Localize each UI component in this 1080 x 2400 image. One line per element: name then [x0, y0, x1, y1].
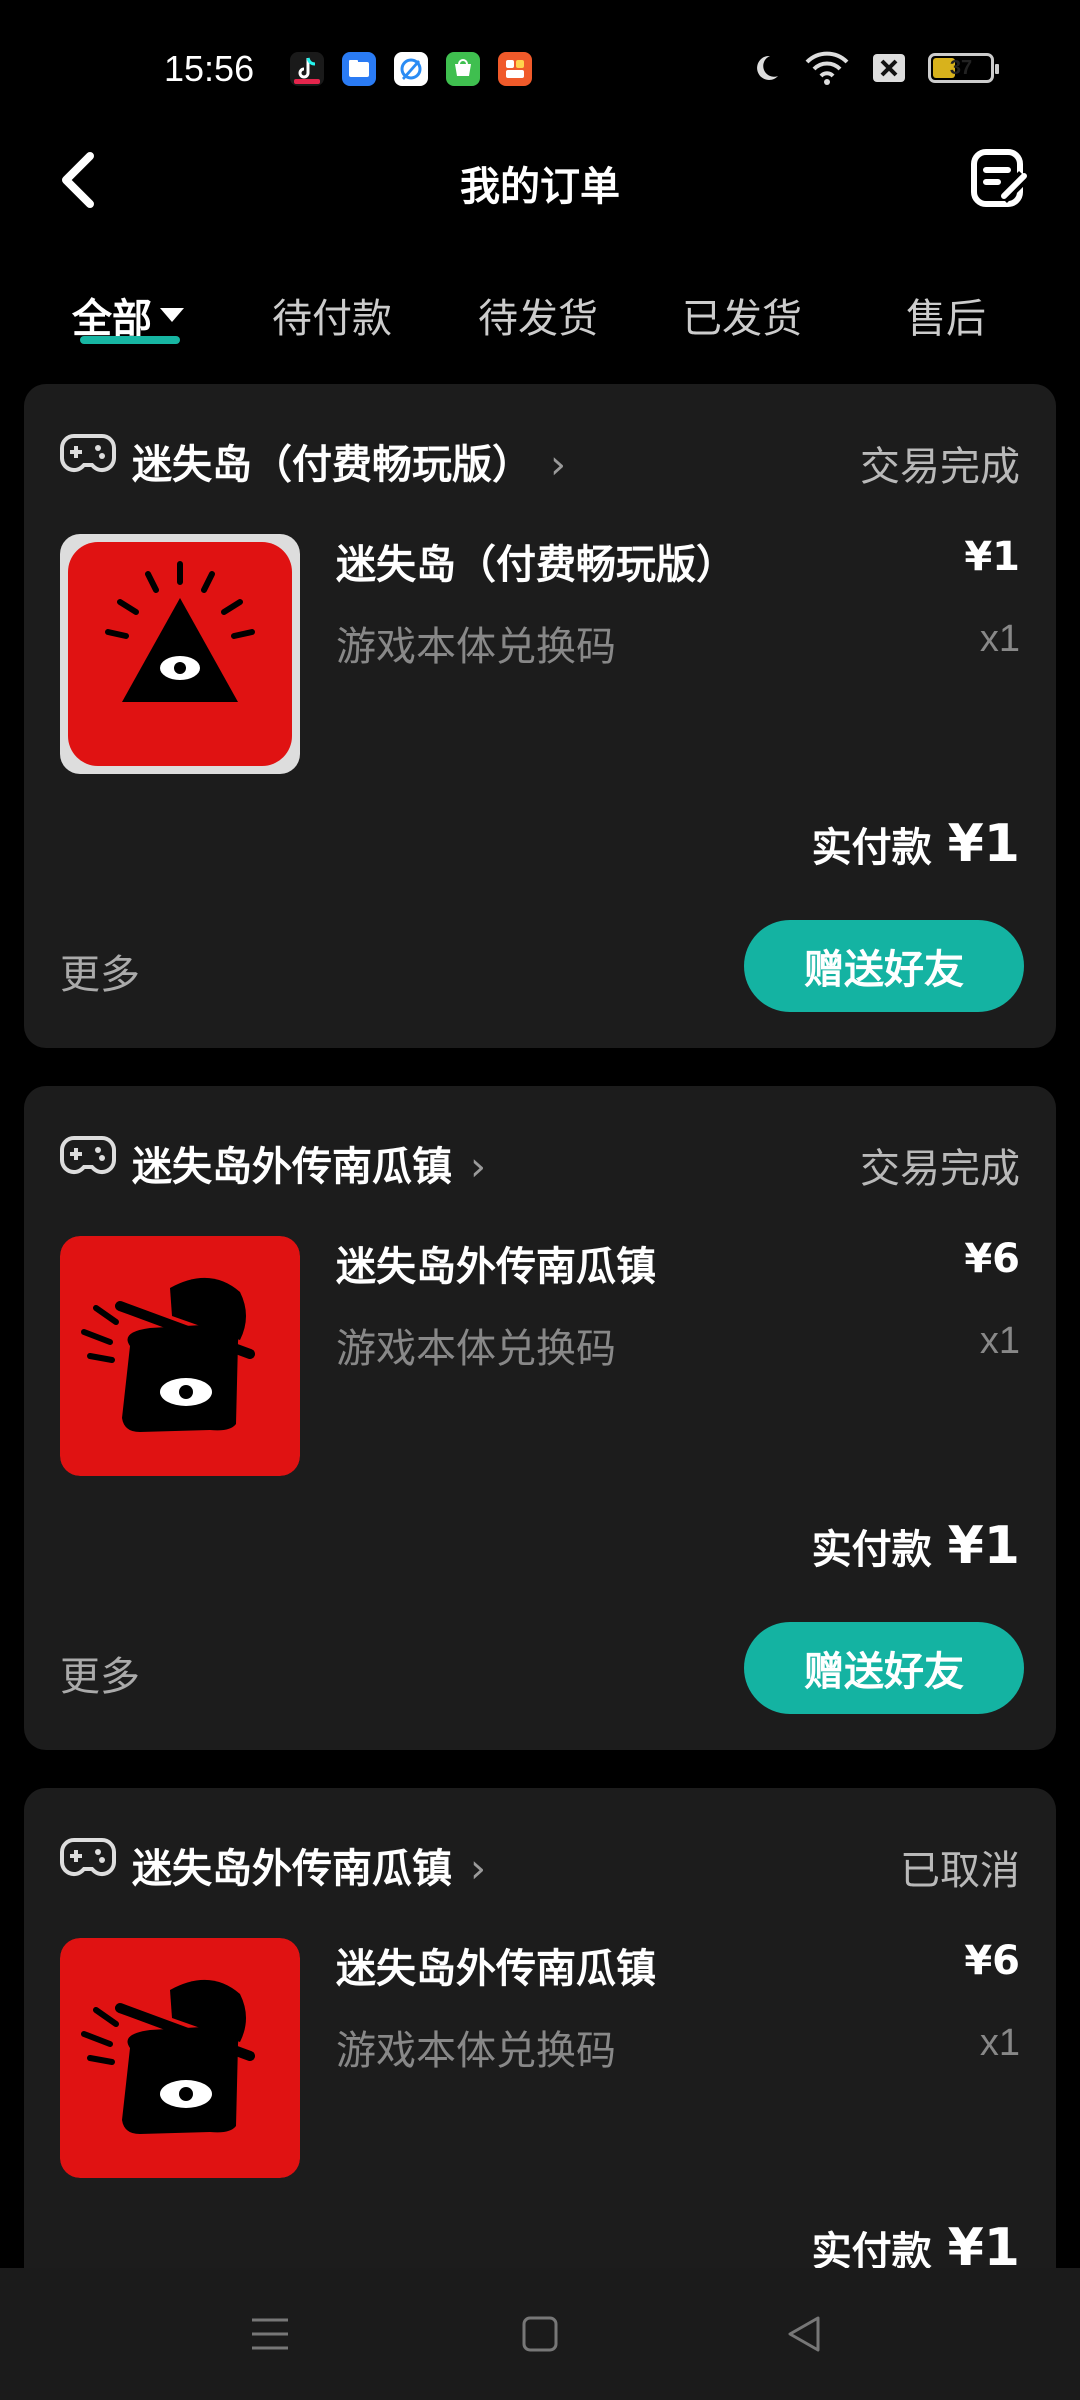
- chevron-right-icon: ›: [470, 1144, 486, 1190]
- system-icons: 37: [750, 50, 999, 86]
- product-quantity: x1: [979, 2022, 1020, 2064]
- product-quantity: x1: [979, 618, 1020, 660]
- paid-label: 实付款: [811, 825, 932, 871]
- hat-eye-logo: [60, 1236, 300, 1476]
- order-card[interactable]: 迷失岛外传南瓜镇 › 交易完成 迷失岛外传南瓜镇 游戏本体兑换码 ¥6 x1 实付…: [24, 1086, 1056, 1750]
- tiktok-icon: [290, 52, 324, 86]
- product-thumbnail[interactable]: [60, 1236, 300, 1476]
- chevron-right-icon: ›: [550, 442, 566, 488]
- tab-shipped[interactable]: 已发货: [682, 286, 802, 344]
- market-icon: [446, 52, 480, 86]
- tab-after-sales[interactable]: 售后: [906, 286, 986, 344]
- order-status: 交易完成: [860, 444, 1020, 490]
- gamepad-icon: [60, 1136, 116, 1175]
- store-link[interactable]: 迷失岛外传南瓜镇 ›: [132, 1836, 486, 1894]
- moon-icon: [757, 55, 778, 80]
- order-card-header: 迷失岛外传南瓜镇 › 已取消: [60, 1832, 1020, 1894]
- store-name: 迷失岛（付费畅玩版）: [132, 442, 532, 488]
- order-status: 交易完成: [860, 1146, 1020, 1192]
- product-thumbnail[interactable]: [60, 534, 300, 774]
- tab-pending-shipment[interactable]: 待发货: [478, 286, 598, 344]
- order-tabs: 全部 待付款 待发货 已发货 售后: [0, 276, 1080, 346]
- gamepad-icon: [60, 1838, 116, 1877]
- home-icon[interactable]: [518, 2312, 562, 2356]
- back-icon[interactable]: [782, 2312, 826, 2356]
- gamepad-icon: [60, 434, 116, 473]
- wifi-icon: [805, 51, 849, 85]
- page-title: 我的订单: [460, 164, 620, 210]
- store-name: 迷失岛外传南瓜镇: [132, 1144, 452, 1190]
- tab-pending-payment[interactable]: 待付款: [272, 286, 392, 344]
- paid-amount-row: 实付款 ¥1: [812, 814, 1020, 874]
- battery-indicator: 37: [928, 53, 999, 83]
- product-price: ¥6: [964, 1938, 1020, 1984]
- product-thumbnail[interactable]: [60, 1938, 300, 2178]
- edit-list-icon: [971, 149, 1029, 207]
- order-card[interactable]: 迷失岛（付费畅玩版） › 交易完成 迷失岛（付费畅玩版） 游戏本体兑换码 ¥1 x…: [24, 384, 1056, 1048]
- store-link[interactable]: 迷失岛外传南瓜镇 ›: [132, 1134, 486, 1192]
- product-name: 迷失岛外传南瓜镇: [336, 1946, 656, 1992]
- gift-to-friend-button[interactable]: 赠送好友: [744, 1622, 1024, 1714]
- files-icon: [342, 52, 376, 86]
- battery-level: 37: [949, 56, 973, 79]
- order-card-header: 迷失岛外传南瓜镇 › 交易完成: [60, 1130, 1020, 1192]
- paid-label: 实付款: [811, 1527, 932, 1573]
- product-spec: 游戏本体兑换码: [336, 624, 616, 670]
- paid-amount: ¥1: [947, 1516, 1020, 1576]
- shopping-icon: [498, 52, 532, 86]
- hat-eye-logo: [60, 1938, 300, 2178]
- product-name: 迷失岛（付费畅玩版）: [336, 542, 736, 588]
- product-name: 迷失岛外传南瓜镇: [336, 1244, 656, 1290]
- browser-icon: [394, 52, 428, 86]
- gift-to-friend-button[interactable]: 赠送好友: [744, 920, 1024, 1012]
- product-price: ¥6: [964, 1236, 1020, 1282]
- product-price: ¥1: [964, 534, 1020, 580]
- active-tab-indicator: [80, 336, 180, 344]
- paid-amount: ¥1: [947, 814, 1020, 874]
- status-time: 15:56: [164, 48, 255, 89]
- status-bar: 15:56 37: [0, 0, 1080, 140]
- no-sim-icon: [873, 54, 905, 82]
- notification-icons: [290, 52, 532, 86]
- paid-amount-row: 实付款 ¥1: [812, 1516, 1020, 1576]
- menu-icon[interactable]: [248, 2312, 292, 2356]
- order-card-header: 迷失岛（付费畅玩版） › 交易完成: [60, 428, 1020, 490]
- order-status: 已取消: [900, 1848, 1020, 1894]
- more-button[interactable]: 更多: [60, 942, 140, 1000]
- store-name: 迷失岛外传南瓜镇: [132, 1846, 452, 1892]
- product-spec: 游戏本体兑换码: [336, 2028, 616, 2074]
- page-header: 我的订单: [0, 140, 1080, 220]
- caret-down-icon: [160, 308, 184, 322]
- product-quantity: x1: [979, 1320, 1020, 1362]
- product-spec: 游戏本体兑换码: [336, 1326, 616, 1372]
- store-link[interactable]: 迷失岛（付费畅玩版） ›: [132, 432, 566, 490]
- edit-orders-button[interactable]: [968, 146, 1032, 210]
- system-navigation-bar: [0, 2268, 1080, 2400]
- eye-triangle-logo: [68, 542, 292, 766]
- more-button[interactable]: 更多: [60, 1644, 140, 1702]
- chevron-right-icon: ›: [470, 1846, 486, 1892]
